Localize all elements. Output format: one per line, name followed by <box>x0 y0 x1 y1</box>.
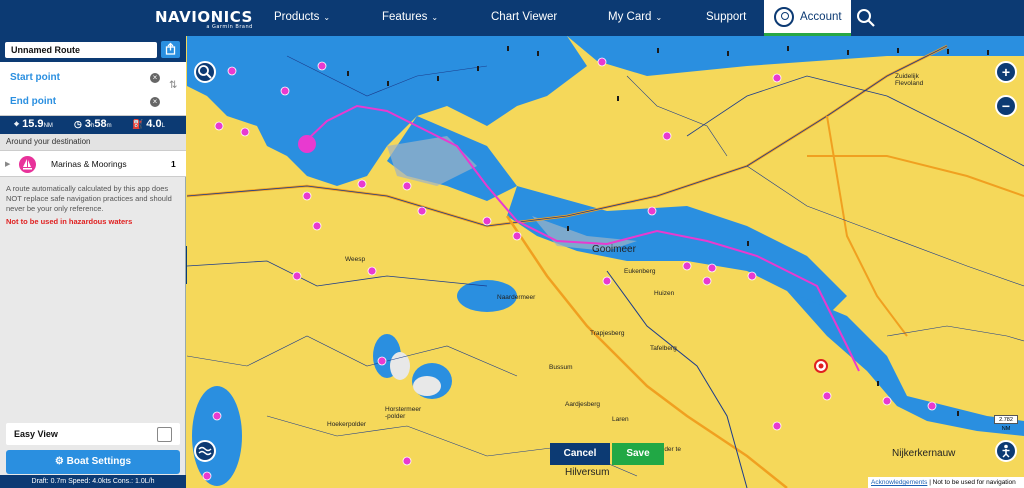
easy-view-label: Easy View <box>14 429 58 439</box>
top-nav: NAVIONICS a Garmin Brand Products ⌄ Featu… <box>0 0 1024 36</box>
nav-products[interactable]: Products ⌄ <box>274 11 330 23</box>
place-hoekerpolder: Hoekerpolder <box>327 421 367 428</box>
person-icon <box>1002 444 1010 458</box>
place-weesp: Weesp <box>345 256 366 263</box>
map-search-button[interactable] <box>194 61 216 83</box>
marinas-count: 1 <box>171 159 176 169</box>
nav-features-label: Features <box>382 11 428 23</box>
easy-access-button[interactable] <box>995 440 1017 462</box>
time-minutes-unit: m <box>106 123 112 129</box>
expand-icon[interactable]: ▶ <box>5 160 10 168</box>
marinas-label: Marinas & Moorings <box>51 159 127 169</box>
easy-view-checkbox[interactable] <box>157 427 172 442</box>
nav-features[interactable]: Features ⌄ <box>382 11 438 23</box>
fuel-stat: ⛽ 4.0L <box>132 118 165 130</box>
nav-my-card[interactable]: My Card ⌄ <box>608 11 662 23</box>
place-laren: Laren <box>612 416 629 423</box>
layers-icon <box>198 446 212 456</box>
plus-icon: + <box>1001 64 1011 80</box>
chevron-down-icon: ⌄ <box>431 13 439 22</box>
nav-chart-viewer-label: Chart Viewer <box>491 11 558 23</box>
fuel-value: 4.0 <box>146 118 162 130</box>
route-points: Start point × End point × ⇅ <box>0 62 186 116</box>
user-icon <box>774 7 794 27</box>
ruler-icon: ⌖ <box>14 119 20 129</box>
end-point-field[interactable]: End point <box>10 96 56 107</box>
time-stat: ◷ 3h58m <box>74 118 112 130</box>
place-hilversum: Hilversum <box>565 467 610 478</box>
clear-start-icon[interactable]: × <box>150 73 160 83</box>
around-destination-heading: Around your destination <box>0 134 186 150</box>
navionics-logo[interactable]: NAVIONICS a Garmin Brand <box>155 8 253 30</box>
footer-text: | Not to be used for navigation <box>929 479 1016 486</box>
route-stats: ⌖ 15.9NM ◷ 3h58m ⛽ 4.0L <box>0 116 186 134</box>
distance-value: 15.9 <box>22 118 44 130</box>
map-footer: Acknowledgements | Not to be used for na… <box>868 477 1024 488</box>
nav-products-label: Products <box>274 11 320 23</box>
route-header: Unnamed Route <box>0 36 186 62</box>
share-icon <box>165 42 176 55</box>
fuel-unit: L <box>161 123 165 129</box>
save-button[interactable]: Save <box>612 443 664 465</box>
boat-info: Draft: 0.7m Speed: 4.0kts Cons.: 1.0L/h <box>0 475 186 488</box>
minus-icon: − <box>1001 98 1011 114</box>
place-huizen: Huizen <box>654 290 675 297</box>
boat-settings-label: Boat Settings <box>66 456 132 467</box>
place-tafelberg: Tafelberg <box>650 345 677 352</box>
place-gooimeer: Gooimeer <box>592 244 636 255</box>
time-minutes: 58 <box>94 118 107 130</box>
distance-unit: NM <box>43 123 53 129</box>
start-point-field[interactable]: Start point <box>10 72 60 83</box>
place-naardermeer: Naardermeer <box>497 294 536 301</box>
account-button[interactable]: Account <box>764 0 851 36</box>
share-button[interactable] <box>161 41 180 58</box>
chart-map[interactable]: Gooimeer Eukenberg Huizen Naardermeer Tr… <box>187 36 1024 488</box>
zoom-in-button[interactable]: + <box>995 61 1017 83</box>
place-eukenberg: Eukenberg <box>624 268 656 275</box>
account-label: Account <box>800 11 842 23</box>
sailboat-icon <box>19 156 36 173</box>
nav-support-label: Support <box>706 11 747 23</box>
route-panel: Unnamed Route Start point × End point × … <box>0 36 186 488</box>
route-name-input[interactable]: Unnamed Route <box>5 42 157 58</box>
swap-points-icon[interactable]: ⇅ <box>169 80 177 91</box>
scale-bar: 2.782 NM <box>994 415 1018 432</box>
hazard-warning: Not to be used in hazardous waters <box>6 217 133 226</box>
cancel-button[interactable]: Cancel <box>550 443 610 465</box>
chevron-down-icon: ⌄ <box>323 13 331 22</box>
chevron-down-icon: ⌄ <box>655 13 663 22</box>
search-icon[interactable] <box>856 8 876 28</box>
nav-chart-viewer[interactable]: Chart Viewer <box>491 11 557 23</box>
clear-end-icon[interactable]: × <box>150 97 160 107</box>
easy-view-toggle[interactable]: Easy View <box>6 423 180 445</box>
chart-canvas <box>187 36 1024 488</box>
place-nijkerkernauw: Nijkerkernauw <box>892 448 956 459</box>
search-icon <box>198 65 212 79</box>
place-bussum: Bussum <box>549 364 573 371</box>
place-aardjesberg: Aardjesberg <box>565 401 601 408</box>
acknowledgements-link[interactable]: Acknowledgements <box>871 479 927 486</box>
boat-settings-button[interactable]: ⚙ Boat Settings <box>6 450 180 474</box>
route-disclaimer: A route automatically calculated by this… <box>6 184 172 213</box>
distance-stat: ⌖ 15.9NM <box>14 118 53 130</box>
gear-icon: ⚙ <box>54 456 64 467</box>
fuel-icon: ⛽ <box>132 119 144 129</box>
place-horstermeer: Horstermeer -polder <box>385 406 422 420</box>
nav-my-card-label: My Card <box>608 11 652 23</box>
nav-support[interactable]: Support <box>706 11 746 23</box>
clock-icon: ◷ <box>74 119 82 129</box>
list-item-marinas[interactable]: ▶ Marinas & Moorings 1 <box>0 150 186 177</box>
zoom-out-button[interactable]: − <box>995 95 1017 117</box>
place-trapjesberg: Trapjesberg <box>590 330 625 337</box>
layers-button[interactable] <box>194 440 216 462</box>
place-zuidelijk-flevoland: Zuidelijk Flevoland <box>895 73 924 87</box>
